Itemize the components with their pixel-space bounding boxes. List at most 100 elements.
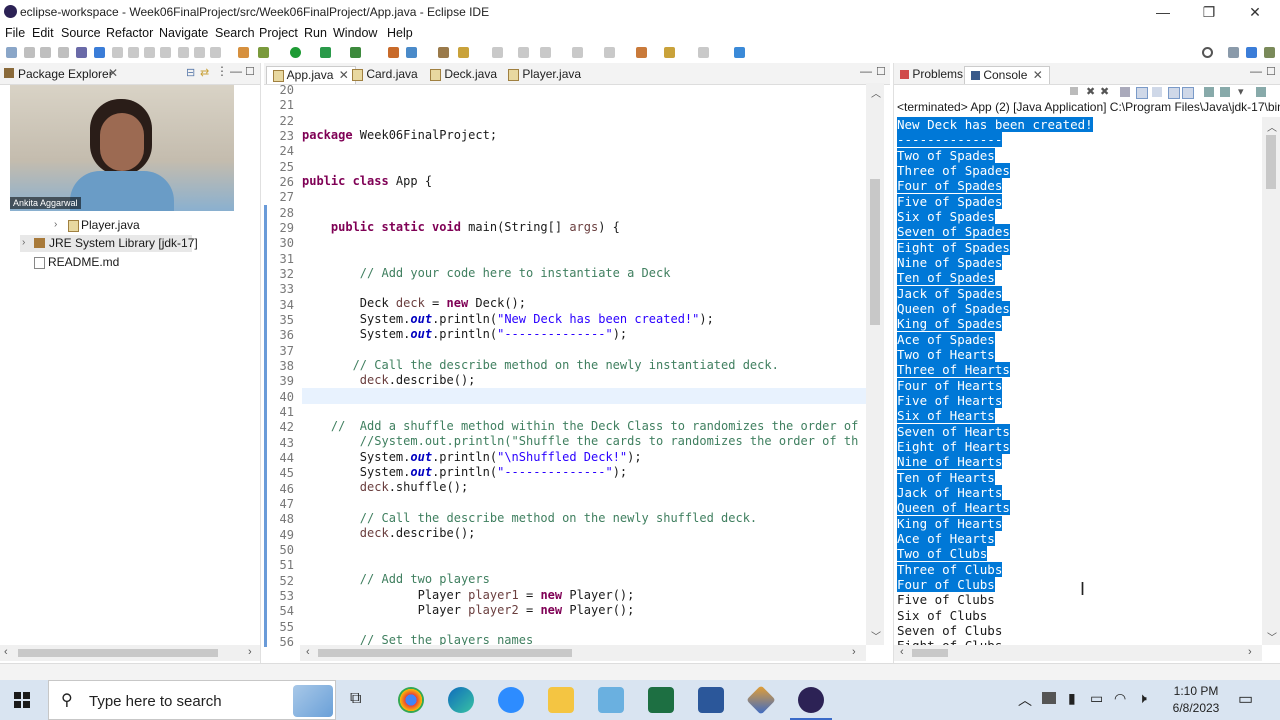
maximize-view-icon[interactable]: ☐	[1266, 65, 1276, 78]
chrome-icon[interactable]	[398, 687, 424, 713]
scroll-down-icon[interactable]: ﹀	[1267, 629, 1277, 644]
link-editor-icon[interactable]: ⇄	[200, 66, 209, 79]
scroll-right-icon[interactable]: ›	[248, 646, 252, 658]
open-type-icon[interactable]	[438, 47, 449, 58]
volume-icon[interactable]: 🕨	[1138, 690, 1147, 707]
maximize-view-icon[interactable]: ☐	[245, 65, 255, 78]
run-icon[interactable]	[290, 47, 301, 58]
collapse-all-icon[interactable]: ⊟	[186, 66, 195, 79]
debug-icon[interactable]	[258, 47, 269, 58]
edge-icon[interactable]	[448, 687, 474, 713]
console-horizontal-scrollbar[interactable]: ‹ ›	[894, 645, 1262, 661]
terminate-icon[interactable]	[144, 47, 155, 58]
clear-console-icon[interactable]	[1120, 87, 1130, 97]
remove-all-icon[interactable]: ✖	[1100, 85, 1109, 98]
scroll-thumb[interactable]	[18, 649, 218, 657]
tab-card-java[interactable]: Card.java	[346, 66, 424, 83]
scroll-left-icon[interactable]: ‹	[306, 646, 310, 658]
next-annotation-icon[interactable]	[572, 47, 583, 58]
menu-window[interactable]: Window	[333, 26, 377, 40]
zoom-icon[interactable]	[498, 687, 524, 713]
minimize-view-icon[interactable]: —	[1250, 64, 1262, 78]
menu-navigate[interactable]: Navigate	[159, 26, 208, 40]
suspend-icon[interactable]	[128, 47, 139, 58]
scroll-lock-icon[interactable]	[1136, 87, 1148, 99]
scroll-thumb[interactable]	[1266, 135, 1276, 189]
external-tools-icon[interactable]	[350, 47, 361, 58]
notepad-icon[interactable]	[598, 687, 624, 713]
windows-start-icon[interactable]	[14, 692, 30, 708]
menu-search[interactable]: Search	[215, 26, 255, 40]
java-perspective-icon[interactable]	[1246, 47, 1257, 58]
menu-refactor[interactable]: Refactor	[106, 26, 153, 40]
disconnect-icon[interactable]	[160, 47, 171, 58]
open-console-icon[interactable]	[1256, 87, 1266, 97]
word-icon[interactable]	[698, 687, 724, 713]
block-selection-icon[interactable]	[540, 47, 551, 58]
display-console-icon[interactable]	[1220, 87, 1230, 97]
maximize-view-icon[interactable]: ☐	[876, 65, 886, 78]
scroll-thumb[interactable]	[318, 649, 572, 657]
excel-icon[interactable]	[648, 687, 674, 713]
run-last-tool-icon[interactable]	[320, 47, 331, 58]
menu-project[interactable]: Project	[259, 26, 298, 40]
minimize-view-icon[interactable]: —	[860, 64, 872, 78]
restore-button[interactable]: ❐	[1186, 2, 1232, 22]
open-perspective-icon[interactable]	[1228, 47, 1239, 58]
scroll-down-icon[interactable]: ﹀	[871, 628, 881, 643]
file-explorer-icon[interactable]	[548, 687, 574, 713]
network-icon[interactable]	[1042, 692, 1056, 704]
terminal-icon[interactable]	[76, 47, 87, 58]
back-icon[interactable]	[664, 47, 675, 58]
taskbar-search-box[interactable]: ⚲ Type here to search	[48, 680, 336, 720]
code-editor[interactable]: package Week06FinalProject; public class …	[302, 83, 866, 645]
save-all-icon[interactable]	[40, 47, 51, 58]
menu-edit[interactable]: Edit	[32, 26, 54, 40]
pin-console-icon[interactable]	[1204, 87, 1214, 97]
expand-chevron-icon[interactable]: ›	[54, 219, 57, 230]
tab-app-java[interactable]: App.java ✕	[266, 66, 356, 84]
scroll-up-icon[interactable]: ︿	[871, 85, 881, 100]
minimize-button[interactable]: —	[1140, 2, 1186, 22]
editor-horizontal-scrollbar[interactable]: ‹ ›	[300, 645, 866, 661]
show-stdout-icon[interactable]	[1168, 87, 1180, 99]
horizontal-scrollbar[interactable]: ‹ ›	[0, 645, 260, 661]
scroll-thumb[interactable]	[912, 649, 948, 657]
tab-console[interactable]: Console ✕	[964, 66, 1050, 84]
tree-item-jre-library[interactable]: › JRE System Library [jdk-17]	[20, 235, 198, 252]
menu-help[interactable]: Help	[387, 26, 413, 40]
editor-vertical-scrollbar[interactable]: ︿ ﹀	[866, 83, 884, 645]
snipping-tool-icon[interactable]	[746, 685, 776, 715]
clock-date[interactable]: 6/8/2023	[1164, 701, 1228, 715]
console-view-menu-icon[interactable]: ▾	[1238, 85, 1244, 98]
minimize-view-icon[interactable]: —	[230, 64, 242, 78]
pin-editor-icon[interactable]	[734, 47, 745, 58]
new-package-icon[interactable]	[406, 47, 417, 58]
show-stderr-icon[interactable]	[1182, 87, 1194, 99]
show-hidden-icons-icon[interactable]: ︿	[1018, 690, 1032, 710]
scroll-right-icon[interactable]: ›	[1248, 646, 1252, 658]
debug-perspective-icon[interactable]	[1264, 47, 1275, 58]
last-edit-icon[interactable]	[636, 47, 647, 58]
search-icon[interactable]	[1202, 47, 1213, 58]
new-java-project-icon[interactable]	[388, 47, 399, 58]
console-output[interactable]: New Deck has been created! --------------…	[894, 117, 1262, 645]
skip-breakpoints-icon[interactable]	[94, 47, 105, 58]
save-icon[interactable]	[24, 47, 35, 58]
remove-launch-icon[interactable]: ✖	[1086, 85, 1095, 98]
scroll-up-icon[interactable]: ︿	[1267, 119, 1277, 134]
annotation-icon[interactable]	[492, 47, 503, 58]
battery-icon[interactable]: ▭	[1090, 690, 1103, 707]
clock-time[interactable]: 1:10 PM	[1168, 684, 1224, 698]
eclipse-taskbar-icon[interactable]	[798, 687, 824, 713]
scroll-left-icon[interactable]: ‹	[4, 646, 8, 658]
forward-icon[interactable]	[698, 47, 709, 58]
menu-source[interactable]: Source	[61, 26, 101, 40]
scroll-thumb[interactable]	[870, 179, 880, 325]
view-menu-icon[interactable]: ⋮	[216, 64, 228, 78]
prev-annotation-icon[interactable]	[604, 47, 615, 58]
word-wrap-icon[interactable]	[1152, 87, 1162, 97]
task-view-icon[interactable]: ⧉	[350, 690, 361, 708]
menu-run[interactable]: Run	[304, 26, 327, 40]
close-window-button[interactable]: ✕	[1232, 2, 1278, 22]
